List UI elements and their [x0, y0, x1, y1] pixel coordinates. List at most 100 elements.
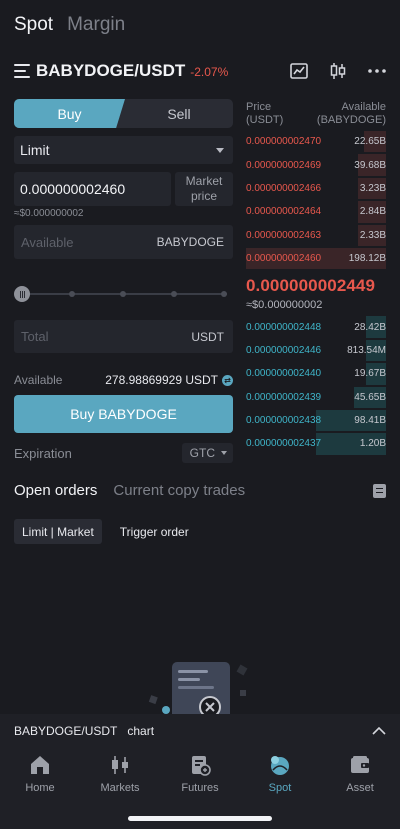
empty-orders-illustration — [148, 662, 248, 714]
slider-thumb[interactable] — [14, 286, 30, 302]
buy-tab[interactable]: Buy — [14, 99, 125, 128]
pair-header: BABYDOGE/USDT -2.07% — [14, 58, 386, 84]
nav-markets-label: Markets — [100, 782, 140, 794]
expiration-label: Expiration — [14, 445, 72, 461]
amount-input[interactable]: Available BABYDOGE — [14, 225, 233, 259]
expiration-select[interactable]: GTC — [181, 443, 233, 463]
wallet-icon — [351, 756, 369, 773]
trade-panel: Buy Sell Limit 0.000000002460 Market pri… — [14, 99, 233, 463]
nav-futures-label: Futures — [181, 782, 219, 794]
order-filters: Limit | Market Trigger order — [14, 519, 197, 544]
futures-icon — [192, 756, 211, 776]
spot-icon — [271, 756, 289, 775]
book-price: 0.000000002460 — [246, 253, 322, 265]
book-qty: 3.23B — [359, 182, 386, 194]
book-price: 0.000000002437 — [246, 438, 322, 450]
order-history-icon[interactable] — [373, 483, 386, 498]
order-book: Price (USDT) Available (BABYDOGE) 0.0000… — [246, 101, 386, 456]
nav-spot-label: Spot — [268, 782, 292, 794]
book-qty: 22.65B — [354, 136, 386, 148]
amount-slider[interactable] — [14, 286, 233, 302]
book-price-header-2: (USDT) — [246, 114, 284, 126]
book-price-header: Price (USDT) — [246, 101, 283, 128]
bid-row[interactable]: 0.000000002438 98.41B — [246, 409, 386, 432]
book-available-header-1: Available — [341, 101, 386, 113]
nav-home-label: Home — [25, 782, 55, 794]
ask-list: 0.000000002470 22.65B 0.000000002469 39.68B… — [246, 130, 386, 270]
ask-row[interactable]: 0.000000002466 3.23B — [246, 177, 386, 200]
last-price: 0.000000002449 — [246, 276, 376, 296]
pair-change: -2.07% — [190, 65, 229, 79]
available-label: Available — [14, 373, 63, 387]
orders-tabs: Open orders Current copy trades — [14, 482, 386, 499]
book-price: 0.000000002464 — [246, 206, 322, 218]
filter-limit-market[interactable]: Limit | Market — [14, 519, 102, 544]
book-price: 0.000000002470 — [246, 136, 322, 148]
chevron-up-icon[interactable] — [372, 727, 386, 735]
book-price-header-1: Price — [246, 101, 272, 113]
filter-trigger-order[interactable]: Trigger order — [112, 519, 197, 544]
side-toggle: Buy Sell — [14, 99, 233, 128]
book-qty: 19.67B — [354, 368, 386, 380]
available-value: 278.98869929 USDT — [105, 373, 218, 387]
buy-button[interactable]: Buy BABYDOGE — [14, 395, 233, 433]
ask-row[interactable]: 0.000000002464 2.84B — [246, 200, 386, 223]
book-price: 0.000000002463 — [246, 229, 322, 241]
transfer-icon[interactable]: ⇄ — [222, 374, 233, 386]
tab-open-orders[interactable]: Open orders — [14, 482, 97, 499]
amount-unit: BABYDOGE — [156, 235, 224, 249]
chart-bar-label: chart — [127, 724, 155, 738]
market-price-label-2: price — [190, 189, 217, 203]
book-qty: 2.33B — [359, 229, 386, 241]
bid-row[interactable]: 0.000000002440 19.67B — [246, 362, 386, 385]
book-price: 0.000000002439 — [246, 391, 322, 403]
bid-list: 0.000000002448 28.42B 0.000000002446 813.54… — [246, 315, 386, 455]
total-placeholder: Total — [21, 329, 49, 344]
price-input[interactable]: 0.000000002460 — [14, 172, 171, 206]
bid-row[interactable]: 0.000000002448 28.42B — [246, 315, 386, 338]
bid-row[interactable]: 0.000000002439 45.65B — [246, 386, 386, 409]
bid-row[interactable]: 0.000000002437 1.20B — [246, 432, 386, 455]
ask-row[interactable]: 0.000000002470 22.65B — [246, 130, 386, 153]
caret-down-icon — [216, 147, 224, 153]
chart-bar-pair: BABYDOGE/USDT — [14, 724, 118, 738]
book-qty: 98.41B — [354, 415, 386, 427]
home-indicator — [128, 816, 272, 821]
ask-row[interactable]: 0.000000002469 39.68B — [246, 153, 386, 176]
total-input[interactable]: Total USDT — [14, 320, 233, 353]
kline-chart-icon[interactable] — [290, 62, 308, 80]
ask-row[interactable]: 0.000000002460 198.12B — [246, 247, 386, 270]
more-icon[interactable] — [368, 69, 386, 73]
nav-asset[interactable]: Asset — [320, 748, 400, 829]
book-qty: 1.20B — [359, 438, 386, 450]
tab-margin[interactable]: Margin — [67, 14, 125, 36]
book-price: 0.000000002469 — [246, 159, 322, 171]
last-price-approx: ≈$0.000000002 — [246, 299, 323, 312]
book-qty: 28.42B — [354, 321, 386, 333]
menu-icon[interactable] — [14, 64, 30, 78]
market-price-label-1: Market — [185, 174, 223, 188]
tab-copy-trades[interactable]: Current copy trades — [113, 482, 245, 499]
available-balance: Available 278.98869929 USDT ⇄ — [14, 373, 233, 387]
book-price: 0.000000002448 — [246, 321, 322, 333]
expiration-row: Expiration GTC — [14, 443, 233, 463]
caret-down-icon — [221, 451, 227, 455]
nav-home[interactable]: Home — [0, 748, 80, 829]
bid-row[interactable]: 0.000000002446 813.54M — [246, 339, 386, 362]
order-type-value: Limit — [20, 142, 50, 158]
order-type-select[interactable]: Limit — [14, 136, 233, 164]
home-icon — [31, 756, 49, 774]
pair-name[interactable]: BABYDOGE/USDT — [36, 61, 185, 81]
tab-spot[interactable]: Spot — [14, 14, 53, 36]
book-qty: 39.68B — [354, 159, 386, 171]
market-price-button[interactable]: Market price — [175, 172, 233, 206]
sell-tab[interactable]: Sell — [125, 99, 233, 128]
book-qty: 198.12B — [348, 253, 386, 265]
book-qty: 813.54M — [347, 344, 386, 356]
chart-bar[interactable]: BABYDOGE/USDT chart — [0, 714, 400, 748]
ask-row[interactable]: 0.000000002463 2.33B — [246, 224, 386, 247]
candlestick-icon[interactable] — [330, 62, 346, 80]
total-unit: USDT — [191, 329, 224, 344]
nav-asset-label: Asset — [346, 782, 374, 794]
markets-icon — [112, 756, 128, 774]
